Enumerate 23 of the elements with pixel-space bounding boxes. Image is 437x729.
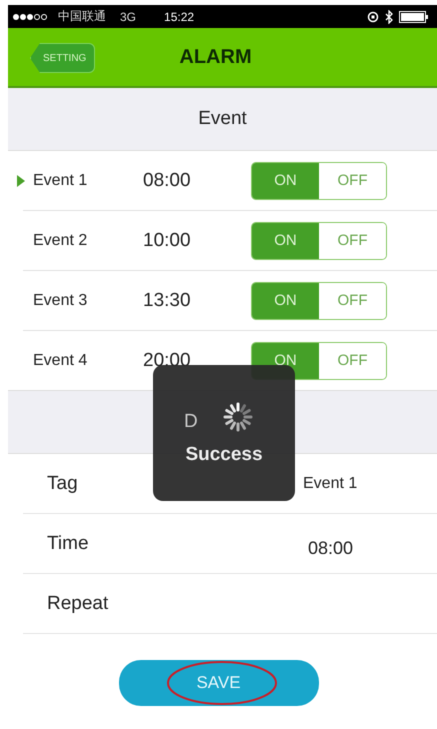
page-title: ALARM bbox=[179, 46, 252, 68]
network-type: 3G bbox=[120, 10, 136, 24]
spinner-icon bbox=[221, 400, 255, 434]
event-name[interactable]: Event 2 bbox=[33, 232, 143, 250]
field-label: Repeat bbox=[47, 592, 108, 614]
section-title: Event bbox=[198, 108, 247, 130]
event-name[interactable]: Event 1 bbox=[33, 172, 143, 190]
event-time: 13:30 bbox=[143, 290, 192, 312]
field-value[interactable]: 08:00 bbox=[308, 538, 354, 559]
event-time: 10:00 bbox=[143, 230, 192, 252]
status-time: 15:22 bbox=[164, 10, 194, 24]
event-time: 08:00 bbox=[143, 170, 192, 192]
battery-icon bbox=[399, 10, 429, 22]
field-value[interactable]: Event 1 bbox=[303, 474, 358, 492]
field-label: Tag bbox=[47, 472, 78, 494]
lock-rotation-icon bbox=[367, 10, 379, 22]
bluetooth-icon bbox=[385, 10, 393, 24]
field-label: Time bbox=[47, 532, 89, 554]
event-name[interactable]: Event 4 bbox=[33, 352, 143, 370]
event-name[interactable]: Event 3 bbox=[33, 292, 143, 310]
toast-message: Success bbox=[185, 444, 263, 466]
carrier-name: 中国联通 bbox=[58, 8, 106, 25]
section-title: D bbox=[184, 411, 198, 433]
